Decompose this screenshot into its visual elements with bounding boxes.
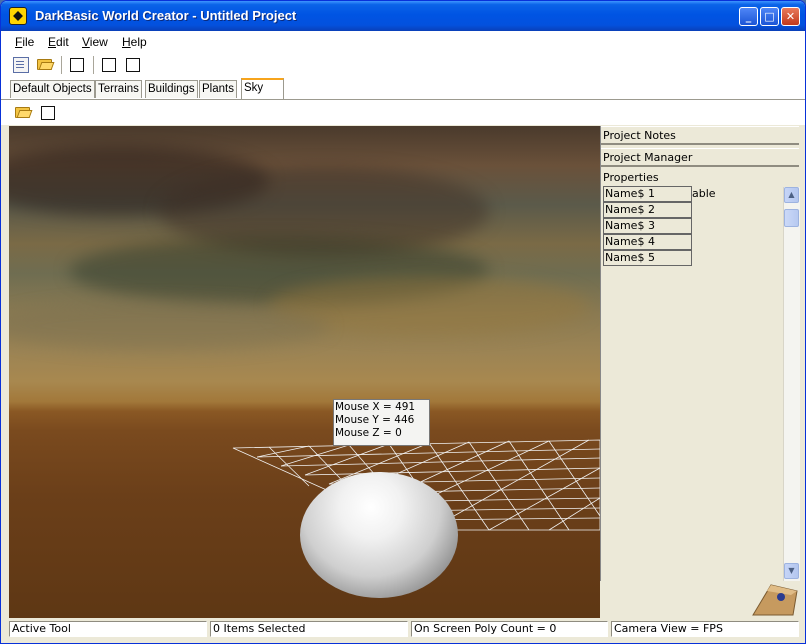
blank-tool-icon[interactable] [126, 58, 140, 72]
object-tabs: Default Objects Terrains Buildings Plant… [1, 78, 805, 100]
main-toolbar [1, 52, 805, 79]
blank-tool-icon[interactable] [102, 58, 116, 72]
status-active-tool: Active Tool [9, 621, 207, 637]
sky-toolbar [1, 100, 805, 125]
menu-edit[interactable]: Edit [48, 35, 69, 49]
side-panel: Project Notes Project Manager Properties… [600, 126, 801, 581]
scroll-up-button[interactable]: ▲ [784, 187, 799, 203]
tab-default-objects[interactable]: Default Objects [10, 80, 95, 98]
menu-view[interactable]: View [82, 35, 108, 49]
menu-help-label: elp [130, 35, 147, 49]
scroll-down-button[interactable]: ▼ [784, 563, 799, 579]
project-notes-button[interactable]: Project Notes [601, 126, 799, 145]
new-document-icon[interactable] [13, 57, 29, 73]
property-name-4[interactable]: Name$ 4 [603, 234, 692, 250]
close-button[interactable]: ✕ [781, 7, 800, 26]
sphere-object[interactable] [300, 472, 458, 598]
open-folder-icon[interactable] [37, 56, 53, 72]
menu-file[interactable]: File [15, 35, 34, 49]
maximize-button[interactable]: □ [760, 7, 779, 26]
tab-sky[interactable]: Sky [241, 78, 284, 99]
status-bar: Active Tool 0 Items Selected On Screen P… [1, 618, 805, 643]
menu-edit-mnemonic: E [48, 35, 57, 49]
app-window: DarkBasic World Creator - Untitled Proje… [0, 0, 806, 644]
menu-help[interactable]: Help [122, 35, 147, 49]
open-folder-icon[interactable] [15, 104, 31, 120]
mouse-coordinates-readout: Mouse X = 491 Mouse Y = 446 Mouse Z = 0 [333, 399, 430, 446]
menu-help-mnemonic: H [122, 35, 131, 49]
menu-view-mnemonic: V [82, 35, 90, 49]
mouse-x-readout: Mouse X = 491 [335, 401, 416, 413]
blank-tool-icon[interactable] [70, 58, 84, 72]
minimize-button[interactable]: _ [739, 7, 758, 26]
title-bar[interactable]: DarkBasic World Creator - Untitled Proje… [1, 1, 805, 31]
property-name-3[interactable]: Name$ 3 [603, 218, 692, 234]
menu-edit-label: dit [56, 35, 69, 49]
app-logo-icon[interactable] [9, 7, 27, 25]
corner-logo-icon [752, 584, 798, 616]
toolbar-separator [61, 56, 62, 74]
properties-scrollbar[interactable]: ▲ ▼ [783, 187, 800, 581]
tab-plants[interactable]: Plants [199, 80, 237, 98]
menu-file-label: ile [22, 35, 35, 49]
mouse-z-readout: Mouse Z = 0 [335, 427, 402, 439]
window-title: DarkBasic World Creator - Untitled Proje… [35, 8, 297, 23]
status-poly-count: On Screen Poly Count = 0 [411, 621, 608, 637]
status-camera-view: Camera View = FPS [611, 621, 799, 637]
mouse-y-readout: Mouse Y = 446 [335, 414, 415, 426]
scroll-thumb[interactable] [784, 209, 799, 227]
blank-tool-icon[interactable] [41, 106, 55, 120]
menu-bar: File Edit View Help [1, 31, 805, 52]
property-name-1[interactable]: Name$ 1 [603, 186, 692, 202]
tab-buildings[interactable]: Buildings [145, 80, 198, 98]
property-name-5[interactable]: Name$ 5 [603, 250, 692, 266]
toolbar-separator [93, 56, 94, 74]
menu-view-label: iew [89, 35, 108, 49]
project-manager-button[interactable]: Project Manager [601, 148, 799, 167]
status-items-selected: 0 Items Selected [210, 621, 408, 637]
properties-label: Properties [603, 171, 659, 184]
tab-terrains[interactable]: Terrains [95, 80, 142, 98]
3d-viewport[interactable]: Mouse X = 491 Mouse Y = 446 Mouse Z = 0 [9, 126, 600, 618]
property-value-text: able [692, 187, 716, 200]
property-name-2[interactable]: Name$ 2 [603, 202, 692, 218]
